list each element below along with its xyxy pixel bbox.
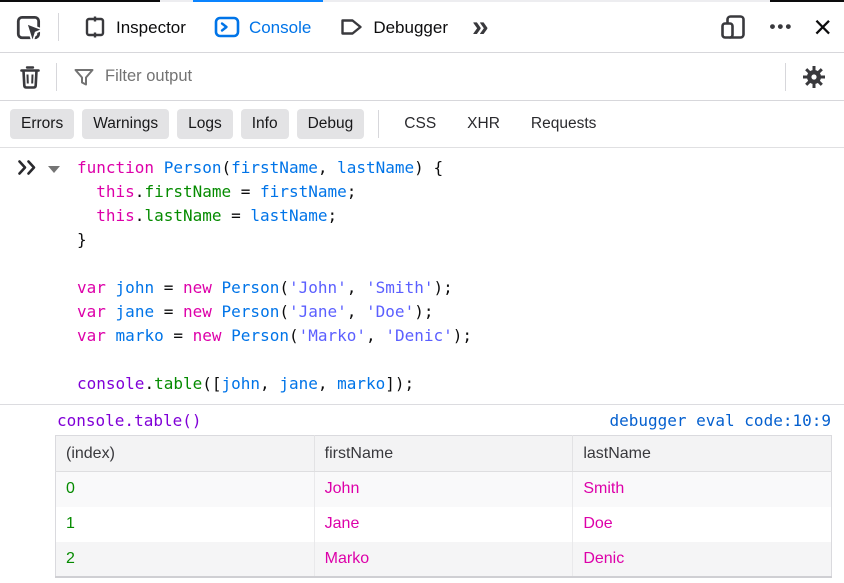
meatball-menu-icon: ••• <box>769 17 793 37</box>
trash-icon <box>18 64 42 90</box>
filterbar-separator <box>56 63 57 91</box>
filter-toggle-info[interactable]: Info <box>241 109 289 139</box>
filter-toggle-warnings[interactable]: Warnings <box>82 109 169 139</box>
console-filterbar <box>0 53 844 101</box>
pick-element-button[interactable] <box>10 8 48 46</box>
filter-toggle-xhr[interactable]: XHR <box>456 109 511 139</box>
tab-debugger[interactable]: Debugger <box>325 9 462 45</box>
inspector-icon <box>83 15 107 39</box>
filter-toggle-css[interactable]: CSS <box>393 109 447 139</box>
console-table-call-label: console.table() <box>57 411 202 430</box>
page-edge-right <box>770 0 844 2</box>
filter-toggle-debug[interactable]: Debug <box>297 109 365 139</box>
console-table: (index)firstNamelastName 0JohnSmith1Jane… <box>55 435 832 578</box>
meatball-menu-button[interactable]: ••• <box>765 13 797 41</box>
table-cell-value: Smith <box>573 472 832 507</box>
responsive-design-mode-button[interactable] <box>715 9 751 45</box>
funnel-icon <box>73 66 95 88</box>
console-level-togglebar: Errors Warnings Logs Info Debug CSS XHR … <box>0 101 844 148</box>
tab-console-label: Console <box>249 19 311 36</box>
table-cell-value: Doe <box>573 507 832 542</box>
code-line: this.lastName = lastName; <box>77 204 844 228</box>
table-cell-value: Jane <box>314 507 573 542</box>
console-settings-button[interactable] <box>796 59 832 95</box>
filter-toggle-errors[interactable]: Errors <box>10 109 74 139</box>
tab-debugger-label: Debugger <box>373 19 448 36</box>
table-row: 2MarkoDenic <box>56 542 832 577</box>
tab-inspector[interactable]: Inspector <box>69 9 200 45</box>
page-edge-left <box>0 0 160 2</box>
source-location-link[interactable]: debugger eval code:10:9 <box>609 411 831 430</box>
close-devtools-button[interactable]: × <box>809 7 836 47</box>
table-row: 0JohnSmith <box>56 472 832 507</box>
code-line: var marko = new Person('Marko', 'Denic')… <box>77 324 844 348</box>
console-input-echo: function Person(firstName, lastName) { t… <box>0 148 844 405</box>
responsive-design-icon <box>719 13 747 41</box>
console-icon <box>214 15 240 39</box>
clear-console-button[interactable] <box>14 60 46 94</box>
togglebar-separator <box>378 110 379 138</box>
top-edge-strip <box>0 0 844 2</box>
debugger-icon <box>339 15 364 39</box>
filter-toggle-logs[interactable]: Logs <box>177 109 233 139</box>
active-tab-indicator <box>193 0 323 2</box>
tabbar-separator <box>58 13 59 41</box>
code-line: var john = new Person('John', 'Smith'); <box>77 276 844 300</box>
table-column-header[interactable]: lastName <box>573 436 832 472</box>
console-input-code: function Person(firstName, lastName) { t… <box>77 156 844 396</box>
code-line: var jane = new Person('Jane', 'Doe'); <box>77 300 844 324</box>
console-table-output: (index)firstNamelastName 0JohnSmith1Jane… <box>55 435 832 578</box>
filter-output-input[interactable] <box>105 67 775 86</box>
table-cell-value: John <box>314 472 573 507</box>
node-picker-icon <box>14 12 44 42</box>
tab-inspector-label: Inspector <box>116 19 186 36</box>
console-table-header-row: (index)firstNamelastName <box>56 436 832 472</box>
code-line <box>77 348 844 372</box>
console-output-area: function Person(firstName, lastName) { t… <box>0 148 844 578</box>
code-line: } <box>77 228 844 252</box>
command-prompt-icon <box>17 159 39 176</box>
more-tabs-button[interactable]: » <box>462 12 499 42</box>
close-icon: × <box>813 11 832 43</box>
gear-icon <box>800 63 828 91</box>
table-cell-value: Denic <box>573 542 832 577</box>
code-line: this.firstName = firstName; <box>77 180 844 204</box>
table-cell-index: 0 <box>56 472 315 507</box>
table-column-header[interactable]: firstName <box>314 436 573 472</box>
table-cell-index: 1 <box>56 507 315 542</box>
devtools-tabbar: Inspector Console Debugger » <box>0 2 844 53</box>
code-line: function Person(firstName, lastName) { <box>77 156 844 180</box>
collapse-arrow-icon[interactable] <box>48 166 60 173</box>
table-cell-value: Marko <box>314 542 573 577</box>
table-cell-index: 2 <box>56 542 315 577</box>
filterbar-right-separator <box>785 63 786 91</box>
console-table-message-row: console.table() debugger eval code:10:9 <box>0 405 844 435</box>
tab-console[interactable]: Console <box>200 9 325 45</box>
table-column-header[interactable]: (index) <box>56 436 315 472</box>
chevron-double-right-icon: » <box>472 10 489 43</box>
code-line <box>77 252 844 276</box>
code-line: console.table([john, jane, marko]); <box>77 372 844 396</box>
filter-toggle-requests[interactable]: Requests <box>520 109 607 139</box>
table-row: 1JaneDoe <box>56 507 832 542</box>
